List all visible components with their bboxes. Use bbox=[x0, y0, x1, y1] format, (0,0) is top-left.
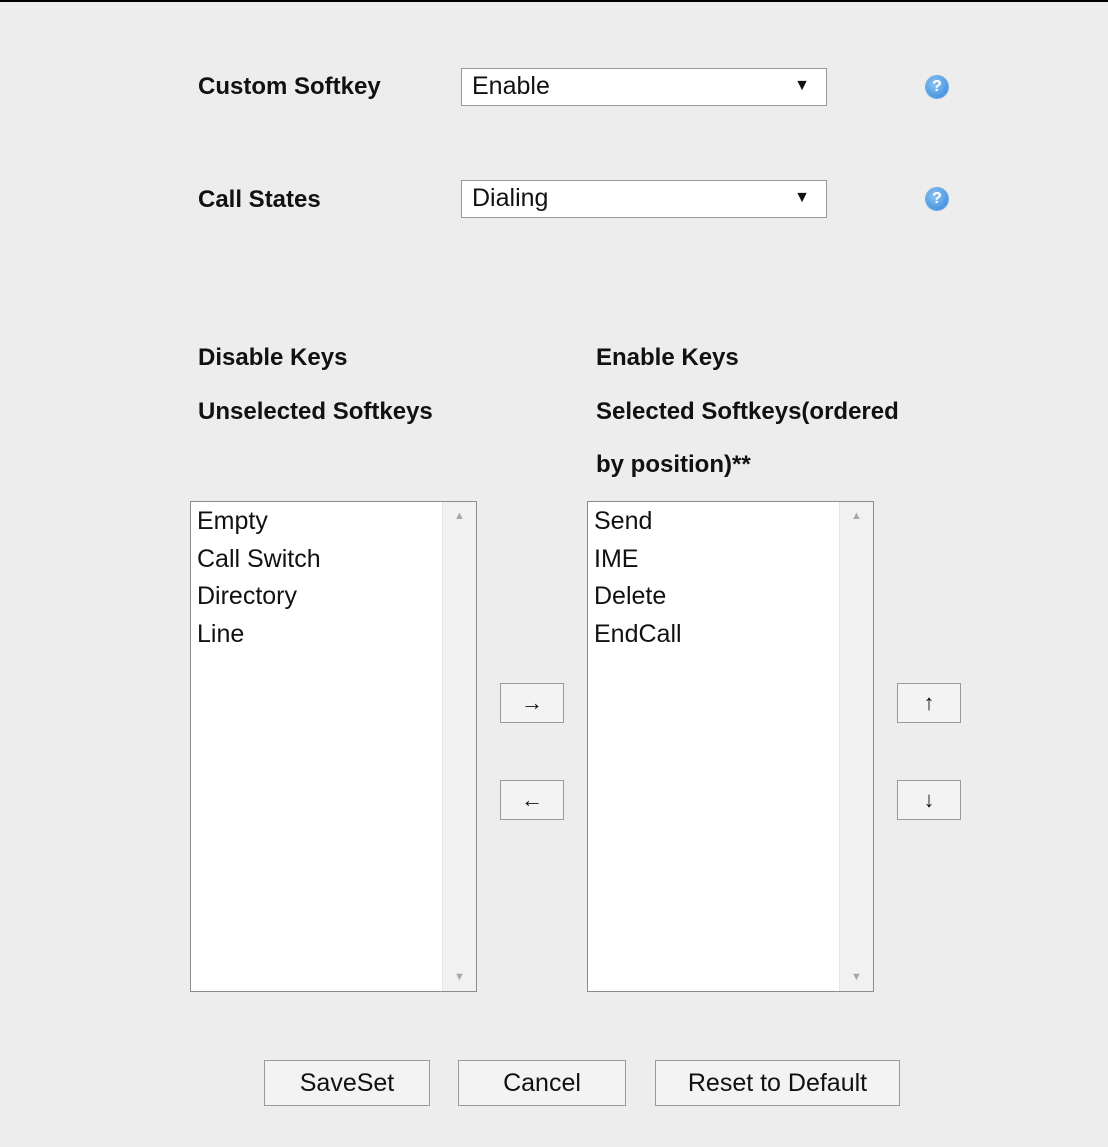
move-right-button[interactable]: → bbox=[500, 683, 564, 723]
selected-softkeys-heading: Selected Softkeys(ordered bbox=[596, 398, 899, 425]
reset-to-default-button[interactable]: Reset to Default bbox=[655, 1060, 900, 1106]
list-item[interactable]: Line bbox=[197, 617, 321, 655]
call-states-select[interactable]: Dialing ▼ bbox=[461, 180, 827, 218]
help-icon[interactable]: ? bbox=[926, 76, 948, 98]
unselected-softkeys-list[interactable]: Empty Call Switch Directory Line ▲ ▼ bbox=[190, 501, 477, 992]
list-item[interactable]: Directory bbox=[197, 579, 321, 617]
call-states-value: Dialing bbox=[472, 184, 549, 212]
list-item[interactable]: Call Switch bbox=[197, 542, 321, 580]
scrollbar[interactable]: ▲ ▼ bbox=[442, 502, 476, 991]
help-icon[interactable]: ? bbox=[926, 188, 948, 210]
list-item[interactable]: Delete bbox=[594, 579, 682, 617]
chevron-down-icon: ▼ bbox=[794, 77, 810, 94]
move-left-button[interactable]: ← bbox=[500, 780, 564, 820]
top-border bbox=[0, 0, 1108, 2]
scroll-up-icon[interactable]: ▲ bbox=[443, 510, 476, 522]
saveset-button[interactable]: SaveSet bbox=[264, 1060, 430, 1106]
custom-softkey-label: Custom Softkey bbox=[198, 73, 381, 100]
custom-softkey-value: Enable bbox=[472, 72, 550, 100]
selected-softkeys-list[interactable]: Send IME Delete EndCall ▲ ▼ bbox=[587, 501, 874, 992]
move-down-button[interactable]: ↓ bbox=[897, 780, 961, 820]
scroll-down-icon[interactable]: ▼ bbox=[840, 971, 873, 983]
scroll-down-icon[interactable]: ▼ bbox=[443, 971, 476, 983]
custom-softkey-select[interactable]: Enable ▼ bbox=[461, 68, 827, 106]
scroll-up-icon[interactable]: ▲ bbox=[840, 510, 873, 522]
list-item[interactable]: IME bbox=[594, 542, 682, 580]
call-states-label: Call States bbox=[198, 186, 321, 213]
unselected-softkeys-heading: Unselected Softkeys bbox=[198, 398, 433, 425]
list-item[interactable]: EndCall bbox=[594, 617, 682, 655]
cancel-button[interactable]: Cancel bbox=[458, 1060, 626, 1106]
list-item[interactable]: Empty bbox=[197, 504, 321, 542]
scrollbar[interactable]: ▲ ▼ bbox=[839, 502, 873, 991]
chevron-down-icon: ▼ bbox=[794, 189, 810, 206]
selected-softkeys-heading-cont: by position)** bbox=[596, 451, 751, 478]
disable-keys-heading: Disable Keys bbox=[198, 344, 348, 371]
list-item[interactable]: Send bbox=[594, 504, 682, 542]
move-up-button[interactable]: ↑ bbox=[897, 683, 961, 723]
enable-keys-heading: Enable Keys bbox=[596, 344, 739, 371]
